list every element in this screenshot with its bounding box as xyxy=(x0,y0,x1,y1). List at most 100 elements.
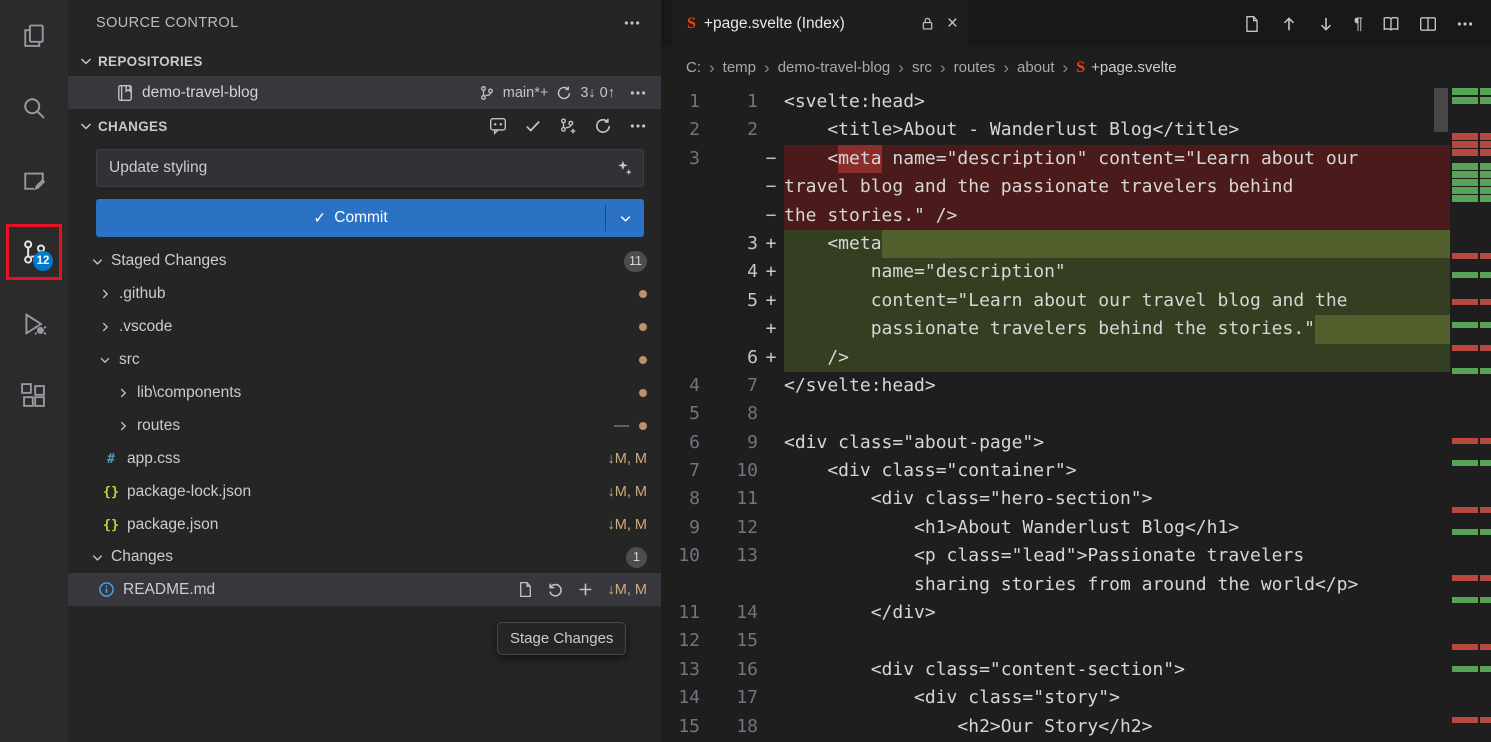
breadcrumb-item[interactable]: temp xyxy=(723,59,756,76)
more-actions-icon[interactable] xyxy=(623,14,641,32)
more-actions-icon[interactable] xyxy=(629,84,647,102)
commit-check-icon[interactable] xyxy=(524,117,542,135)
code-row[interactable]: 1518 <h2>Our Story</h2> xyxy=(661,713,1450,741)
diff-removed-mark xyxy=(1480,345,1491,351)
code-row[interactable]: 811 <div class="hero-section"> xyxy=(661,485,1450,513)
new-line-number: 10 xyxy=(700,457,758,485)
code-row[interactable]: 710 <div class="container"> xyxy=(661,457,1450,485)
more-actions-icon[interactable] xyxy=(629,117,647,135)
code-row[interactable]: 1013 <p class="lead">Passionate traveler… xyxy=(661,542,1450,570)
breadcrumb-file-label: +page.svelte xyxy=(1091,59,1176,76)
changes-section-header[interactable]: CHANGES xyxy=(68,109,661,143)
tree-item-package-lock-json[interactable]: {} package-lock.json ↓M, M xyxy=(68,475,661,508)
more-actions-icon[interactable] xyxy=(1456,15,1474,33)
new-line-number xyxy=(700,315,758,343)
branch-status[interactable]: main*+ xyxy=(503,85,549,101)
code-row[interactable]: 47</svelte:head> xyxy=(661,372,1450,400)
diff-marker xyxy=(758,457,784,485)
activity-item-search[interactable] xyxy=(0,72,68,144)
open-file-icon[interactable] xyxy=(1243,15,1261,33)
discard-icon[interactable] xyxy=(547,581,564,598)
breadcrumb-item[interactable]: about xyxy=(1017,59,1055,76)
tree-item-app-css[interactable]: # app.css ↓M, M xyxy=(68,442,661,475)
code-row[interactable]: 22 <title>About - Wanderlust Blog</title… xyxy=(661,116,1450,144)
tree-item-readme[interactable]: README.md ↓M, M xyxy=(68,573,661,606)
open-file-icon[interactable] xyxy=(517,581,534,598)
sync-counts[interactable]: 3↓ 0↑ xyxy=(580,85,615,101)
code-row[interactable]: 1316 <div class="content-section"> xyxy=(661,656,1450,684)
code-row[interactable]: 3− <meta name="description" content="Lea… xyxy=(661,145,1450,173)
new-line-number xyxy=(700,202,758,230)
diff-added-mark xyxy=(1452,597,1478,603)
old-line-number xyxy=(661,258,700,286)
breadcrumb-item[interactable]: C: xyxy=(686,59,701,76)
close-icon[interactable]: × xyxy=(947,14,958,33)
activity-item-run-debug[interactable] xyxy=(0,288,68,360)
diff-marker xyxy=(758,656,784,684)
sidebar-title: SOURCE CONTROL xyxy=(96,15,623,31)
changes-group-header[interactable]: Changes 1 xyxy=(68,541,661,573)
activity-item-copilot-edits[interactable] xyxy=(0,144,68,216)
refresh-icon[interactable] xyxy=(594,117,612,135)
code-row[interactable]: −the stories." /> xyxy=(661,202,1450,230)
commit-dropdown-button[interactable] xyxy=(606,199,644,237)
repository-row[interactable]: demo-travel-blog main*+ 3↓ 0↑ xyxy=(68,76,661,109)
tree-item-github[interactable]: .github xyxy=(68,277,661,310)
repositories-header[interactable]: REPOSITORIES xyxy=(68,46,661,76)
split-editor-icon[interactable] xyxy=(1419,15,1437,33)
code-row[interactable]: 912 <h1>About Wanderlust Blog</h1> xyxy=(661,514,1450,542)
new-line-number xyxy=(700,145,758,173)
breadcrumb-item[interactable]: src xyxy=(912,59,932,76)
code-row[interactable]: + passionate travelers behind the storie… xyxy=(661,315,1450,343)
code-row[interactable]: 69<div class="about-page"> xyxy=(661,429,1450,457)
activity-item-extensions[interactable] xyxy=(0,360,68,432)
commit-button[interactable]: ✓ Commit xyxy=(96,199,644,237)
tree-item-src[interactable]: src xyxy=(68,343,661,376)
code-row[interactable]: 4+ name="description" xyxy=(661,258,1450,286)
code-row[interactable]: 58 xyxy=(661,400,1450,428)
breadcrumb-file[interactable]: S +page.svelte xyxy=(1076,59,1176,77)
breadcrumb-item[interactable]: demo-travel-blog xyxy=(778,59,891,76)
stage-all-icon[interactable] xyxy=(559,117,577,135)
tree-item-routes[interactable]: routes — xyxy=(68,409,661,442)
tab-page-svelte[interactable]: S +page.svelte (Index) × xyxy=(672,0,968,47)
code-row[interactable]: 1215 xyxy=(661,627,1450,655)
whitespace-icon[interactable]: ¶ xyxy=(1354,14,1363,34)
tree-item-vscode[interactable]: .vscode xyxy=(68,310,661,343)
new-line-number: 18 xyxy=(700,713,758,741)
code-row[interactable]: 11<svelte:head> xyxy=(661,88,1450,116)
code-segment: </svelte:head> xyxy=(784,372,936,400)
info-icon xyxy=(98,581,116,598)
activity-item-source-control[interactable]: 12 xyxy=(0,216,68,288)
commit-graph-icon[interactable] xyxy=(489,117,507,135)
code-row[interactable]: 5+ content="Learn about our travel blog … xyxy=(661,287,1450,315)
code-row[interactable]: 1417 <div class="story"> xyxy=(661,684,1450,712)
tree-item-lib-components[interactable]: lib\components xyxy=(68,376,661,409)
staged-changes-header[interactable]: Staged Changes 11 xyxy=(68,245,661,277)
new-line-number: 5 xyxy=(700,287,758,315)
old-line-number: 3 xyxy=(661,145,700,173)
breadcrumb-item[interactable]: routes xyxy=(954,59,996,76)
scrollbar-thumb[interactable] xyxy=(1434,88,1448,132)
commit-message-input[interactable] xyxy=(96,149,644,187)
code-row[interactable]: 6+ /> xyxy=(661,344,1450,372)
code-row[interactable]: sharing stories from around the world</p… xyxy=(661,571,1450,599)
sparkle-icon[interactable] xyxy=(616,159,633,176)
prev-change-icon[interactable] xyxy=(1280,15,1298,33)
sync-icon[interactable] xyxy=(556,85,572,101)
old-line-number xyxy=(661,344,700,372)
code-segment: name="description" content="Learn about … xyxy=(882,145,1359,173)
code-row[interactable]: 3+ <meta xyxy=(661,230,1450,258)
code-row[interactable]: 1114 </div> xyxy=(661,599,1450,627)
diff-marker xyxy=(758,542,784,570)
diff-removed-mark xyxy=(1452,644,1478,650)
extensions-icon xyxy=(20,382,48,410)
next-change-icon[interactable] xyxy=(1317,15,1335,33)
tree-item-package-json[interactable]: {} package.json ↓M, M xyxy=(68,508,661,541)
diff-added-mark xyxy=(1452,322,1478,328)
stage-icon[interactable] xyxy=(577,581,594,598)
book-icon[interactable] xyxy=(1382,15,1400,33)
file-label: package-lock.json xyxy=(127,483,251,501)
activity-item-explorer[interactable] xyxy=(0,0,68,72)
code-row[interactable]: −travel blog and the passionate traveler… xyxy=(661,173,1450,201)
